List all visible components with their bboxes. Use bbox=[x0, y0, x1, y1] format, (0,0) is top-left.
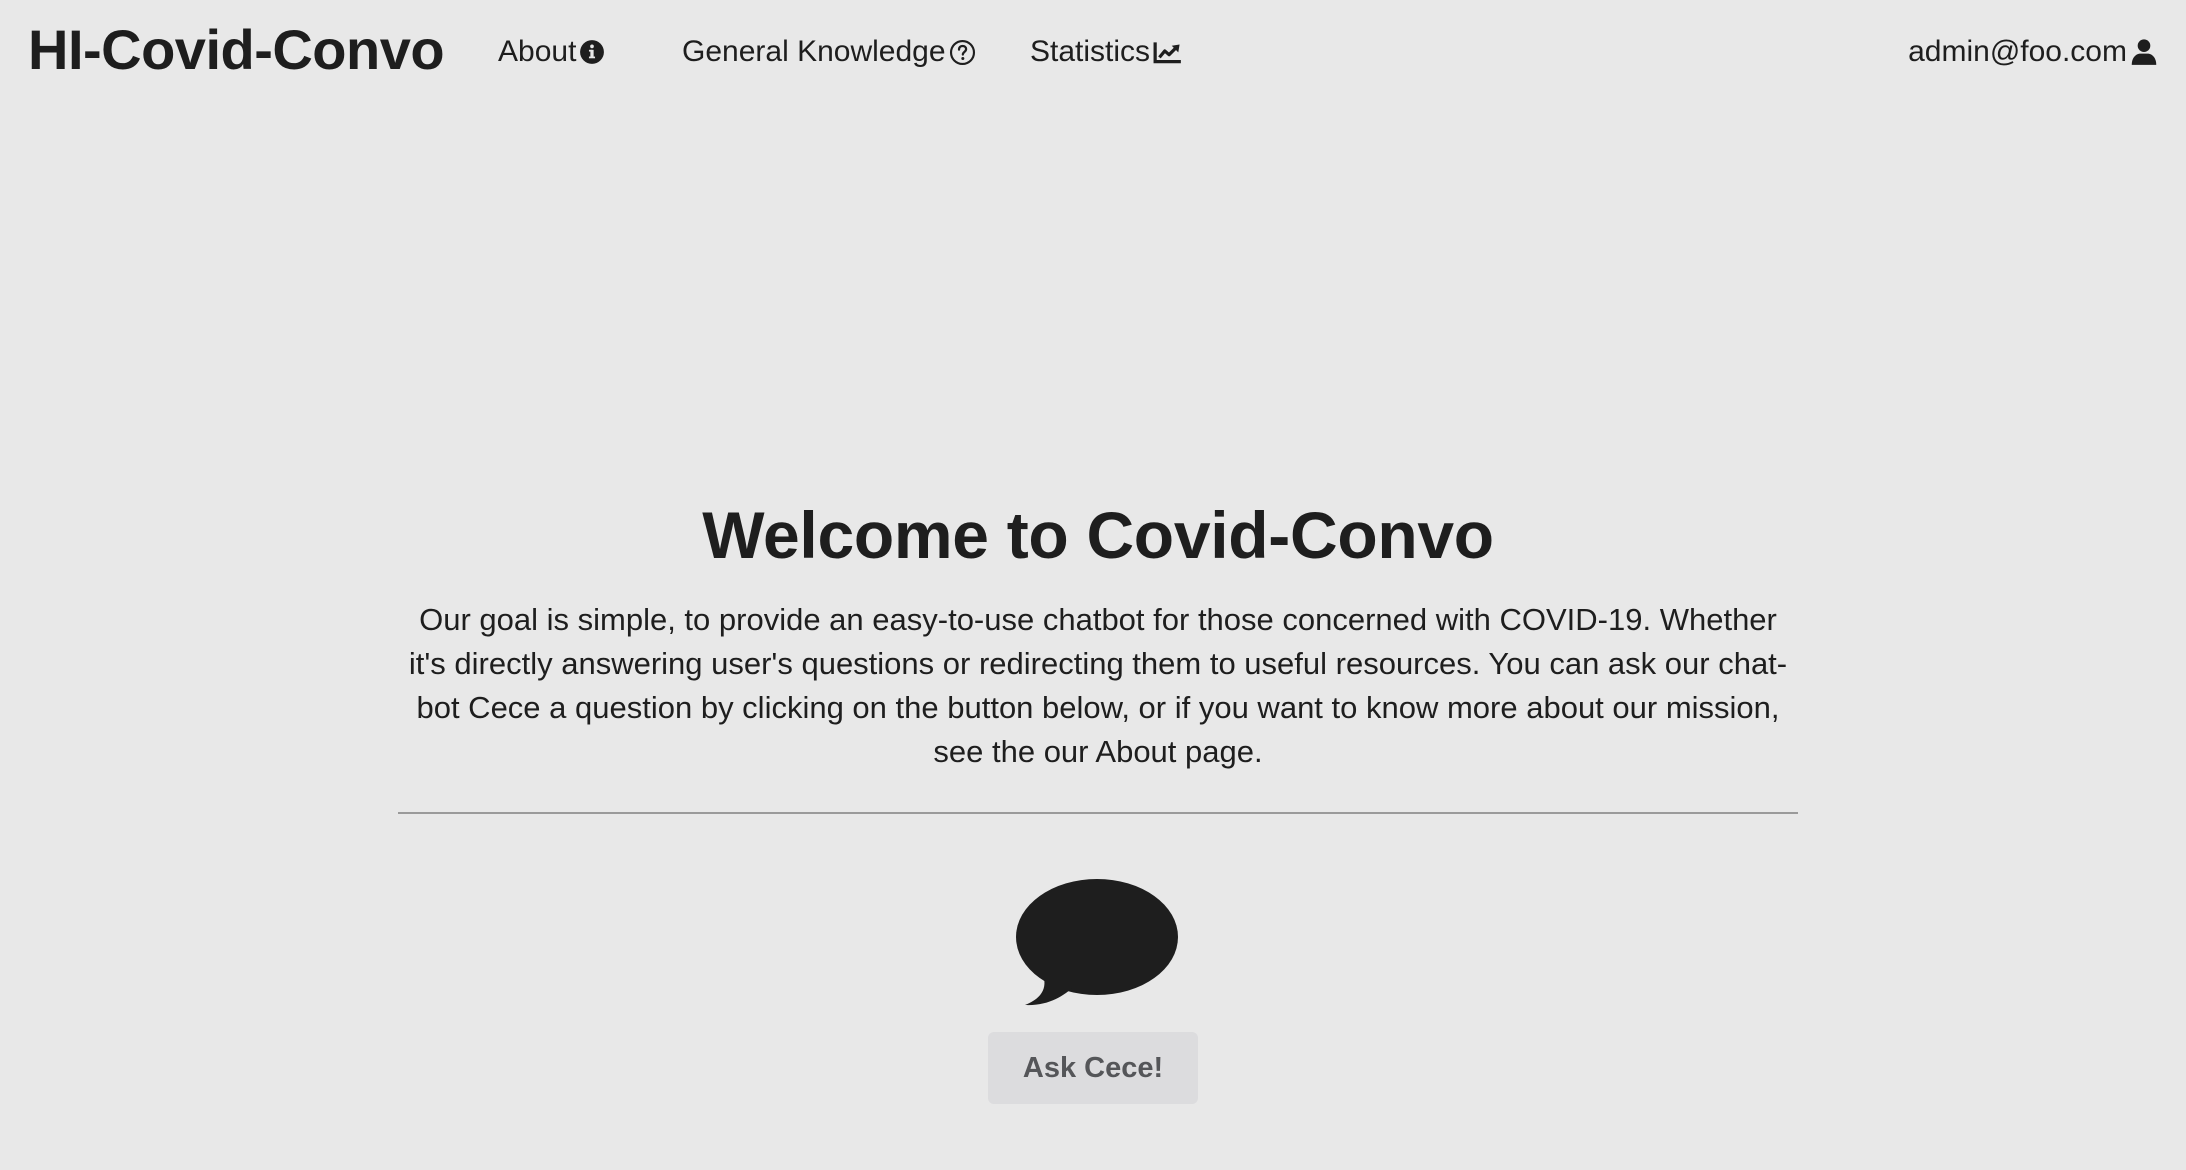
user-icon bbox=[2131, 39, 2157, 65]
chart-line-icon bbox=[1153, 42, 1181, 64]
brand-logo[interactable]: HI-Covid-Convo bbox=[28, 14, 445, 86]
nav-about-link[interactable]: About bbox=[498, 30, 605, 74]
nav-general-knowledge-label: General Knowledge bbox=[682, 35, 946, 68]
navbar: HI-Covid-Convo About General Knowledge S… bbox=[0, 0, 2186, 104]
question-circle-icon bbox=[949, 39, 975, 65]
hero-section: Welcome to Covid-Convo Our goal is simpl… bbox=[398, 490, 1798, 774]
ask-cece-button[interactable]: Ask Cece! bbox=[988, 1032, 1198, 1104]
nav-general-knowledge-link[interactable]: General Knowledge bbox=[682, 30, 976, 74]
user-account-link[interactable]: admin@foo.com bbox=[1908, 30, 2158, 74]
speech-bubble-icon bbox=[1016, 879, 1178, 1006]
page-title: Welcome to Covid-Convo bbox=[702, 498, 1494, 572]
divider bbox=[398, 812, 1798, 814]
info-circle-icon bbox=[580, 40, 605, 64]
nav-about-label: About bbox=[498, 35, 577, 68]
user-email: admin@foo.com bbox=[1908, 35, 2127, 68]
nav-statistics-link[interactable]: Statistics bbox=[1030, 30, 1183, 74]
hero-description: Our goal is simple, to provide an easy-t… bbox=[408, 602, 1788, 769]
nav-statistics-label: Statistics bbox=[1030, 35, 1151, 68]
